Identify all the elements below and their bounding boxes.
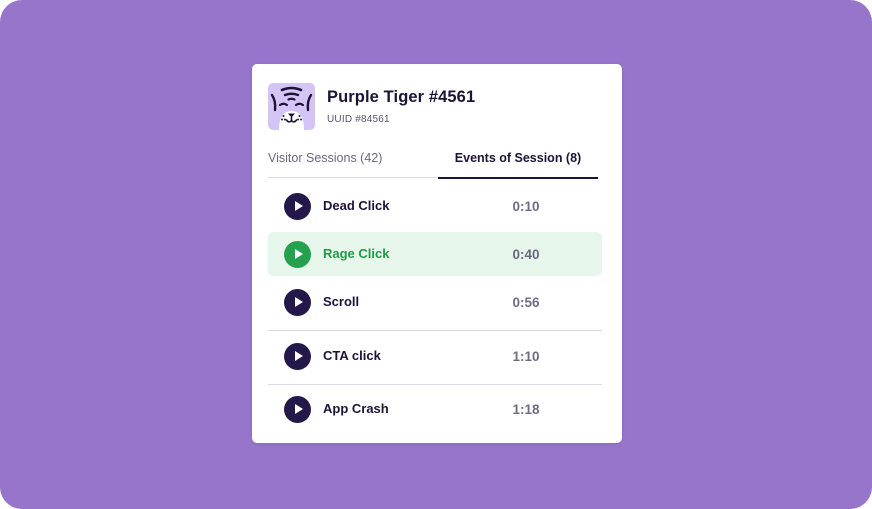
visitor-uuid: UUID #84561 (327, 113, 390, 125)
event-time: 1:10 (512, 349, 540, 364)
event-row-dead-click[interactable]: Dead Click 0:10 (268, 184, 602, 228)
play-icon[interactable] (284, 193, 311, 220)
event-time: 0:56 (512, 295, 540, 310)
app-background: Purple Tiger #4561 UUID #84561 Visitor S… (0, 0, 872, 509)
event-row-scroll[interactable]: Scroll 0:56 (268, 280, 602, 331)
play-icon[interactable] (284, 241, 311, 268)
tab-events-of-session[interactable]: Events of Session (8) (438, 147, 598, 175)
event-time: 0:40 (512, 247, 540, 262)
tiger-avatar-graphic (270, 86, 313, 130)
visitor-identity: Purple Tiger #4561 UUID #84561 (327, 87, 475, 126)
play-icon[interactable] (284, 396, 311, 423)
event-time: 1:18 (512, 402, 540, 417)
tab-visitor-sessions[interactable]: Visitor Sessions (42) (268, 147, 382, 175)
event-row-cta-click[interactable]: CTA click 1:10 (268, 334, 602, 385)
session-card: Purple Tiger #4561 UUID #84561 Visitor S… (252, 64, 622, 443)
play-icon[interactable] (284, 343, 311, 370)
event-label: Dead Click (323, 198, 390, 213)
event-row-app-crash[interactable]: App Crash 1:18 (268, 387, 602, 431)
tab-bar: Visitor Sessions (42) Events of Session … (268, 147, 598, 179)
event-row-rage-click[interactable]: Rage Click 0:40 (268, 232, 602, 276)
event-label: App Crash (323, 401, 389, 416)
visitor-header: Purple Tiger #4561 UUID #84561 (268, 82, 475, 130)
event-label: CTA click (323, 348, 381, 363)
active-tab-indicator (438, 177, 598, 179)
event-time: 0:10 (512, 199, 540, 214)
visitor-name: Purple Tiger #4561 (327, 87, 476, 106)
tiger-face-icon (268, 82, 315, 130)
event-label: Rage Click (323, 246, 390, 261)
play-icon[interactable] (284, 289, 311, 316)
event-label: Scroll (323, 294, 360, 309)
